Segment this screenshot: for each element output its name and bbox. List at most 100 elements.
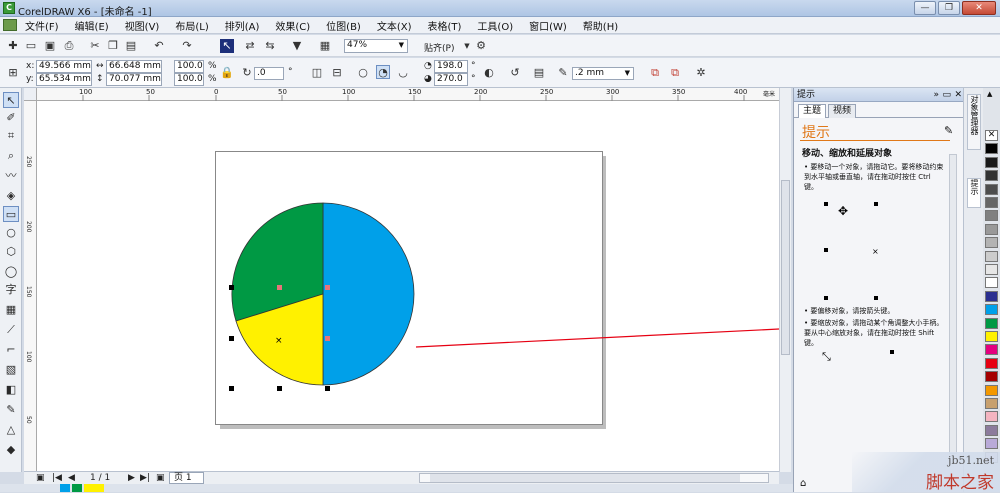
docker-scrollbar[interactable] [949, 154, 957, 454]
rectangle-tool-icon[interactable]: ▭ [3, 206, 19, 222]
connector-tool-icon[interactable]: ⌐ [3, 342, 19, 358]
menu-edit[interactable]: 编辑(E) [67, 18, 117, 33]
menu-tools[interactable]: 工具(O) [469, 18, 521, 33]
table-tool-icon[interactable]: ▦ [3, 302, 19, 318]
freehand-tool-icon[interactable]: 〰 [3, 168, 19, 184]
color-swatch[interactable] [985, 357, 998, 369]
color-swatch[interactable] [985, 424, 998, 436]
blend-tool-icon[interactable]: ▧ [3, 362, 19, 378]
color-swatch[interactable] [985, 250, 998, 262]
zoom-level-select[interactable]: 47% ▼ [344, 39, 408, 53]
menu-bitmaps[interactable]: 位图(B) [318, 18, 369, 33]
paste-icon[interactable]: ▤ [124, 39, 138, 53]
menu-file[interactable]: 文件(F) [17, 18, 67, 33]
cut-icon[interactable]: ✂ [88, 39, 102, 53]
color-swatch[interactable] [985, 317, 998, 329]
color-swatch[interactable] [985, 304, 998, 316]
last-page-icon[interactable]: ▶| [140, 473, 150, 483]
export-icon[interactable]: ⇄ [243, 39, 257, 53]
color-swatch[interactable] [985, 183, 998, 195]
to-back-icon[interactable]: ⧉ [668, 66, 682, 80]
color-swatch[interactable] [985, 344, 998, 356]
menu-arrange[interactable]: 排列(A) [217, 18, 268, 33]
eyedropper-tool-icon[interactable]: ✎ [3, 402, 19, 418]
undo-icon[interactable]: ↶ [152, 39, 166, 53]
crop-tool-icon[interactable]: ⌗ [3, 128, 19, 144]
polygon-tool-icon[interactable]: ⬡ [3, 244, 19, 260]
palette-scroll-up-icon[interactable]: ▲ [987, 90, 992, 98]
shape-tool-icon[interactable]: ✐ [3, 110, 19, 126]
minimize-button[interactable]: — [914, 1, 936, 15]
object-origin-icon[interactable]: ⊞ [6, 66, 20, 80]
basic-shapes-icon[interactable]: ◯ [3, 264, 19, 280]
pick-tool-icon[interactable]: ↖ [3, 92, 19, 108]
page-tab-1[interactable]: 页 1 [169, 472, 204, 484]
close-button[interactable]: ✕ [962, 1, 996, 15]
vertical-scrollbar[interactable] [779, 88, 791, 472]
publish-pdf-icon[interactable]: ⇆ [263, 39, 277, 53]
menu-layout[interactable]: 布局(L) [167, 18, 216, 33]
color-swatch[interactable] [985, 237, 998, 249]
vertical-ruler[interactable]: 250 200 150 100 50 [24, 101, 37, 471]
welcome-screen-icon[interactable]: ▦ [318, 39, 332, 53]
color-swatch[interactable] [985, 331, 998, 342]
minimize-docker-icon[interactable]: ▭ [942, 88, 951, 102]
change-direction-icon[interactable]: ◐ [482, 66, 496, 80]
zoom-tool-icon[interactable]: ⌕ [3, 148, 19, 164]
color-swatch[interactable] [985, 411, 998, 423]
copy-icon[interactable]: ❐ [106, 39, 120, 53]
color-swatch[interactable] [985, 398, 998, 409]
paragraph-wrap-icon[interactable]: ▤ [532, 66, 546, 80]
mirror-vertical-icon[interactable]: ⊟ [330, 66, 344, 80]
rotation-angle-field[interactable]: .0 [254, 67, 284, 80]
prev-page-icon[interactable]: ◀ [68, 473, 75, 483]
menu-table[interactable]: 表格(T) [420, 18, 470, 33]
menu-window[interactable]: 窗口(W) [521, 18, 575, 33]
width-field[interactable]: 66.648 mm [106, 60, 162, 73]
pie-mode-icon[interactable]: ◔ [376, 65, 390, 79]
scale-x-field[interactable]: 100.0 [174, 60, 204, 73]
chevron-down-icon[interactable]: ▼ [460, 39, 474, 53]
mirror-horizontal-icon[interactable]: ◫ [310, 66, 324, 80]
application-launcher-icon[interactable]: ▼ [290, 39, 304, 53]
text-tool-icon[interactable]: 字 [3, 282, 19, 298]
document-icon[interactable] [3, 19, 17, 31]
lock-ratio-icon[interactable]: 🔒 [220, 66, 234, 80]
x-position-field[interactable]: 49.566 mm [36, 60, 92, 73]
new-document-icon[interactable]: ✚ [6, 39, 20, 53]
outline-tool-icon[interactable]: △ [3, 422, 19, 438]
y-position-field[interactable]: 65.534 mm [36, 73, 92, 86]
to-front-icon[interactable]: ⧉ [648, 66, 662, 80]
first-page-icon[interactable]: |◀ [52, 473, 62, 483]
drawing-canvas[interactable]: × [37, 101, 779, 471]
next-page-icon[interactable]: ▶ [128, 473, 135, 483]
tab-topics[interactable]: 主题 [798, 104, 827, 118]
color-swatch[interactable] [985, 210, 998, 222]
import-icon[interactable]: ↖ [220, 39, 234, 53]
end-angle-field[interactable]: 270.0 [434, 73, 468, 86]
smart-fill-icon[interactable]: ◈ [3, 188, 19, 204]
no-color-swatch[interactable]: ✕ [985, 130, 998, 141]
collapse-icon[interactable]: » [933, 88, 939, 102]
restore-button[interactable]: ❐ [938, 1, 960, 15]
color-swatch[interactable] [985, 197, 998, 208]
ellipse-tool-icon[interactable]: ○ [3, 225, 19, 241]
side-tab-hints[interactable]: 提示 [967, 178, 981, 208]
outline-width-select[interactable]: .2 mm ▼ [572, 67, 634, 80]
convert-to-curves-icon[interactable]: ✲ [694, 66, 708, 80]
close-docker-icon[interactable]: ✕ [954, 88, 962, 102]
dimension-tool-icon[interactable]: ⟋ [3, 322, 19, 338]
menu-help[interactable]: 帮助(H) [575, 18, 626, 33]
home-icon[interactable]: ⌂ [800, 478, 806, 489]
color-swatch[interactable] [985, 156, 998, 168]
menu-effects[interactable]: 效果(C) [267, 18, 318, 33]
options-icon[interactable]: ⚙ [474, 39, 488, 53]
color-swatch[interactable] [985, 277, 998, 289]
open-folder-icon[interactable]: ▭ [24, 39, 38, 53]
tab-videos[interactable]: 视频 [828, 104, 857, 118]
wrap-text-icon[interactable]: ↺ [508, 66, 522, 80]
transparency-tool-icon[interactable]: ◧ [3, 382, 19, 398]
arc-mode-icon[interactable]: ◡ [396, 66, 410, 80]
menu-view[interactable]: 视图(V) [117, 18, 168, 33]
color-swatch[interactable] [985, 264, 998, 275]
